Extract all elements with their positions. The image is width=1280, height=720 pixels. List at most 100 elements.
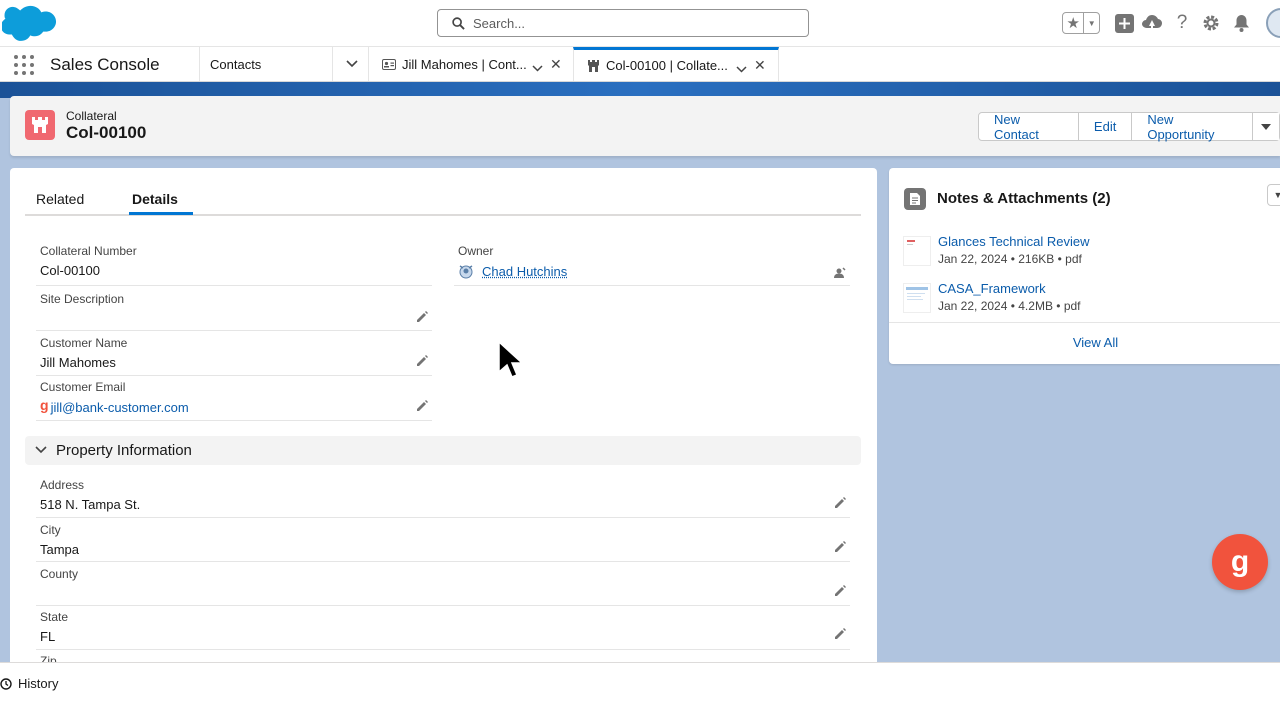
owner-avatar-icon <box>458 263 474 279</box>
field-label: Customer Name <box>40 336 127 350</box>
file-thumbnail <box>903 283 931 313</box>
field-site-description: Site Description <box>40 292 124 327</box>
field-divider <box>36 649 850 650</box>
notes-card-title[interactable]: Notes & Attachments (2) <box>937 190 1111 207</box>
customer-email-link[interactable]: jill@bank-customer.com <box>51 400 189 415</box>
view-all-link[interactable]: View All <box>889 335 1280 350</box>
history-utility-item[interactable]: History <box>0 676 58 691</box>
search-icon <box>452 17 465 30</box>
file-meta: Jan 22, 2024 • 216KB • pdf <box>938 252 1082 266</box>
utility-bar: History <box>0 662 1280 720</box>
record-header: Collateral Col-00100 New Contact Edit Ne… <box>10 96 1280 156</box>
field-value <box>40 311 124 327</box>
file-item[interactable]: Glances Technical Review Jan 22, 2024 • … <box>889 234 1280 280</box>
global-header: Search... ★ ▼ ? <box>0 0 1280 46</box>
new-contact-button[interactable]: New Contact <box>979 113 1079 140</box>
user-avatar[interactable] <box>1266 8 1280 38</box>
file-item[interactable]: CASA_Framework Jan 22, 2024 • 4.2MB • pd… <box>889 281 1280 327</box>
owner-link[interactable]: Chad Hutchins <box>482 264 567 279</box>
field-divider <box>36 330 432 331</box>
field-label: Customer Email <box>40 380 189 394</box>
setup-gear-icon[interactable] <box>1201 13 1221 33</box>
record-detail-card: Related Details Collateral Number Col-00… <box>10 168 877 662</box>
nav-item-contacts[interactable]: Contacts <box>199 47 369 81</box>
field-value: Tampa <box>40 542 79 558</box>
field-divider <box>36 285 432 286</box>
new-opportunity-button[interactable]: New Opportunity <box>1132 113 1253 140</box>
edit-pencil-icon[interactable] <box>833 627 847 641</box>
edit-pencil-icon[interactable] <box>833 540 847 554</box>
edit-pencil-icon[interactable] <box>415 354 429 368</box>
property-information-section-header[interactable]: Property Information <box>25 436 861 465</box>
global-actions-plus-icon[interactable] <box>1114 13 1134 33</box>
section-title: Property Information <box>56 442 192 459</box>
field-divider <box>36 605 850 606</box>
field-label: City <box>40 523 79 537</box>
edit-pencil-icon[interactable] <box>833 584 847 598</box>
more-actions-chevron-down-icon[interactable] <box>1253 113 1279 140</box>
workspace-tab-jill-mahomes[interactable]: Jill Mahomes | Cont... ✕ <box>370 47 573 81</box>
notes-attachments-card: Notes & Attachments (2) ▼ Glances Techni… <box>889 168 1280 364</box>
nav-menu-chevron-down-icon[interactable] <box>332 47 370 81</box>
field-state: State FL <box>40 610 68 645</box>
notes-menu-chevron-down-icon[interactable]: ▼ <box>1267 184 1280 206</box>
notifications-bell-icon[interactable] <box>1231 13 1251 33</box>
history-clock-icon <box>0 678 12 690</box>
help-icon[interactable]: ? <box>1172 13 1192 33</box>
mouse-cursor-icon <box>497 340 523 382</box>
field-divider <box>36 561 850 562</box>
field-label: Collateral Number <box>40 244 137 258</box>
edit-pencil-icon[interactable] <box>415 310 429 324</box>
detail-tabs: Related Details <box>25 181 861 216</box>
collateral-record-icon <box>25 110 55 140</box>
change-owner-icon[interactable] <box>833 266 847 280</box>
tab-related[interactable]: Related <box>36 191 84 207</box>
workspace-tab-label: Col-00100 | Collate... <box>606 58 728 73</box>
history-label: History <box>18 676 58 691</box>
salesforce-logo-icon[interactable] <box>2 4 58 42</box>
edit-pencil-icon[interactable] <box>415 399 429 413</box>
favorites-star-icon[interactable]: ★ <box>1063 13 1084 33</box>
card-footer-divider <box>889 322 1280 323</box>
edit-button[interactable]: Edit <box>1079 113 1132 140</box>
field-label: Address <box>40 478 140 492</box>
glance-badge-icon[interactable]: g <box>40 397 49 413</box>
field-address: Address 518 N. Tampa St. <box>40 478 140 513</box>
field-label: Zip <box>40 654 57 662</box>
field-customer-name: Customer Name Jill Mahomes <box>40 336 127 371</box>
workspace-tab-label: Jill Mahomes | Cont... <box>402 57 527 72</box>
file-thumbnail <box>903 236 931 266</box>
trailhead-cloud-icon[interactable] <box>1142 13 1162 33</box>
record-title: Col-00100 <box>66 123 146 143</box>
section-chevron-down-icon[interactable] <box>35 443 47 457</box>
nav-item-label: Contacts <box>210 57 261 72</box>
field-value: Jill Mahomes <box>40 355 127 371</box>
contact-card-icon <box>382 57 396 71</box>
tab-chevron-down-icon[interactable] <box>736 61 747 76</box>
field-value: 518 N. Tampa St. <box>40 497 140 513</box>
notes-file-icon <box>904 188 926 210</box>
field-zip: Zip <box>40 654 57 662</box>
field-divider <box>454 285 850 286</box>
tab-close-icon[interactable]: ✕ <box>754 57 766 74</box>
global-search-input[interactable]: Search... <box>437 9 809 37</box>
field-label: Owner <box>458 244 567 258</box>
record-object-type: Collateral <box>66 109 117 123</box>
field-label: Site Description <box>40 292 124 306</box>
workspace-tab-col-00100[interactable]: Col-00100 | Collate... ✕ <box>573 47 779 81</box>
field-collateral-number: Collateral Number Col-00100 <box>40 244 137 279</box>
field-value <box>40 586 78 602</box>
app-launcher-waffle-icon[interactable] <box>14 55 34 75</box>
tab-details[interactable]: Details <box>132 191 178 207</box>
favorites-button-group: ★ ▼ <box>1062 12 1100 34</box>
file-name-link[interactable]: Glances Technical Review <box>938 234 1090 249</box>
field-value: Col-00100 <box>40 263 137 279</box>
glance-floating-button[interactable]: g <box>1212 534 1268 590</box>
edit-pencil-icon[interactable] <box>833 496 847 510</box>
favorites-menu-chevron-icon[interactable]: ▼ <box>1084 13 1099 33</box>
file-name-link[interactable]: CASA_Framework <box>938 281 1046 296</box>
tab-chevron-down-icon[interactable] <box>532 60 543 75</box>
app-name: Sales Console <box>50 55 160 75</box>
field-label: State <box>40 610 68 624</box>
tab-close-icon[interactable]: ✕ <box>550 56 562 73</box>
